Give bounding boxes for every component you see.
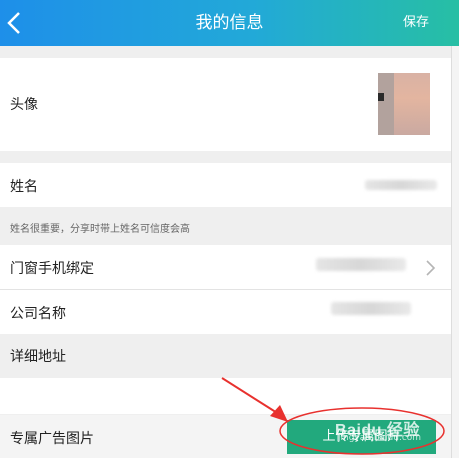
company-value-redacted xyxy=(331,302,411,315)
page-title: 我的信息 xyxy=(195,13,264,33)
top-bar: 我的信息 保存 xyxy=(0,0,459,46)
save-button[interactable]: 保存 xyxy=(403,0,429,46)
name-hint: 姓名很重要，分享时带上姓名可信度会高 xyxy=(10,224,190,235)
avatar-label: 头像 xyxy=(10,97,38,113)
name-label: 姓名 xyxy=(10,179,38,195)
avatar[interactable] xyxy=(378,73,430,135)
phone-value-redacted xyxy=(316,258,406,271)
name-value-redacted xyxy=(365,180,437,190)
address-label: 详细地址 xyxy=(10,349,66,365)
ad-image-label: 专属广告图片 xyxy=(10,431,94,447)
chevron-right-icon xyxy=(426,260,436,276)
watermark-url: jingyan.baidu.com xyxy=(338,433,422,443)
scrollbar[interactable] xyxy=(451,46,459,458)
phone-binding-label: 门窗手机绑定 xyxy=(10,261,94,277)
company-label: 公司名称 xyxy=(10,306,66,322)
